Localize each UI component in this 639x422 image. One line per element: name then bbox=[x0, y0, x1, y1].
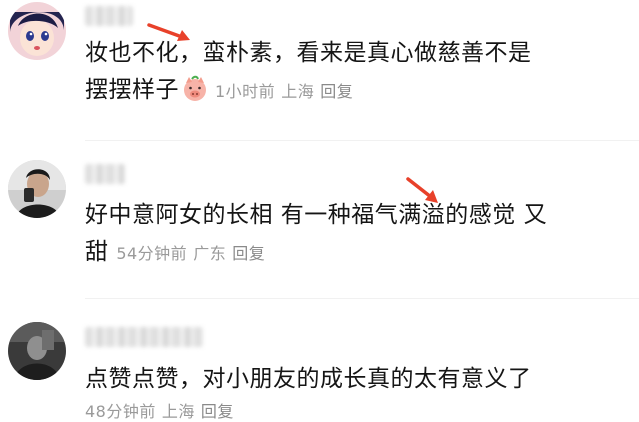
reply-button[interactable]: 回复 bbox=[320, 82, 353, 101]
comment-text-line: 点赞点赞，对小朋友的成长真的太有意义了 bbox=[85, 366, 532, 392]
red-arrow-annotation bbox=[406, 177, 438, 203]
location: 上海 bbox=[161, 402, 195, 421]
comment-meta: 54分钟前 广东 回复 bbox=[116, 244, 271, 263]
timestamp: 54分钟前 bbox=[116, 244, 188, 263]
comment-text: 点赞点赞，对小朋友的成长真的太有意义了 bbox=[85, 361, 605, 398]
comment-text: 好中意阿女的长相 有一种福气满溢的感觉 又 甜 54分钟前 广东 回复 bbox=[85, 197, 605, 272]
location: 广东 bbox=[193, 244, 227, 263]
username[interactable] bbox=[85, 327, 203, 347]
reply-button[interactable]: 回复 bbox=[201, 402, 234, 421]
red-arrow-annotation bbox=[147, 23, 190, 41]
location: 上海 bbox=[281, 82, 315, 101]
reply-button[interactable]: 回复 bbox=[232, 244, 265, 263]
username[interactable] bbox=[85, 164, 125, 184]
avatar[interactable] bbox=[8, 322, 66, 380]
avatar[interactable] bbox=[8, 2, 66, 60]
comment-meta: 48分钟前 上海 回复 bbox=[85, 398, 240, 422]
timestamp: 1小时前 bbox=[215, 82, 276, 101]
divider bbox=[85, 298, 639, 299]
comment-meta: 1小时前 上海 回复 bbox=[215, 82, 359, 101]
divider bbox=[85, 140, 639, 141]
comment-text-line: 好中意阿女的长相 有一种福气满溢的感觉 又 bbox=[85, 202, 548, 228]
comment-text-line: 摆摆样子 bbox=[85, 77, 179, 103]
comment-text-line: 甜 bbox=[85, 239, 109, 265]
timestamp: 48分钟前 bbox=[85, 402, 156, 421]
username[interactable] bbox=[85, 6, 133, 26]
avatar[interactable] bbox=[8, 160, 66, 218]
comment-text: 妆也不化，蛮朴素，看来是真心做慈善不是 摆摆样子 1小时前 上海 回复 bbox=[85, 35, 605, 110]
pig-face-emoji-icon bbox=[181, 75, 209, 103]
